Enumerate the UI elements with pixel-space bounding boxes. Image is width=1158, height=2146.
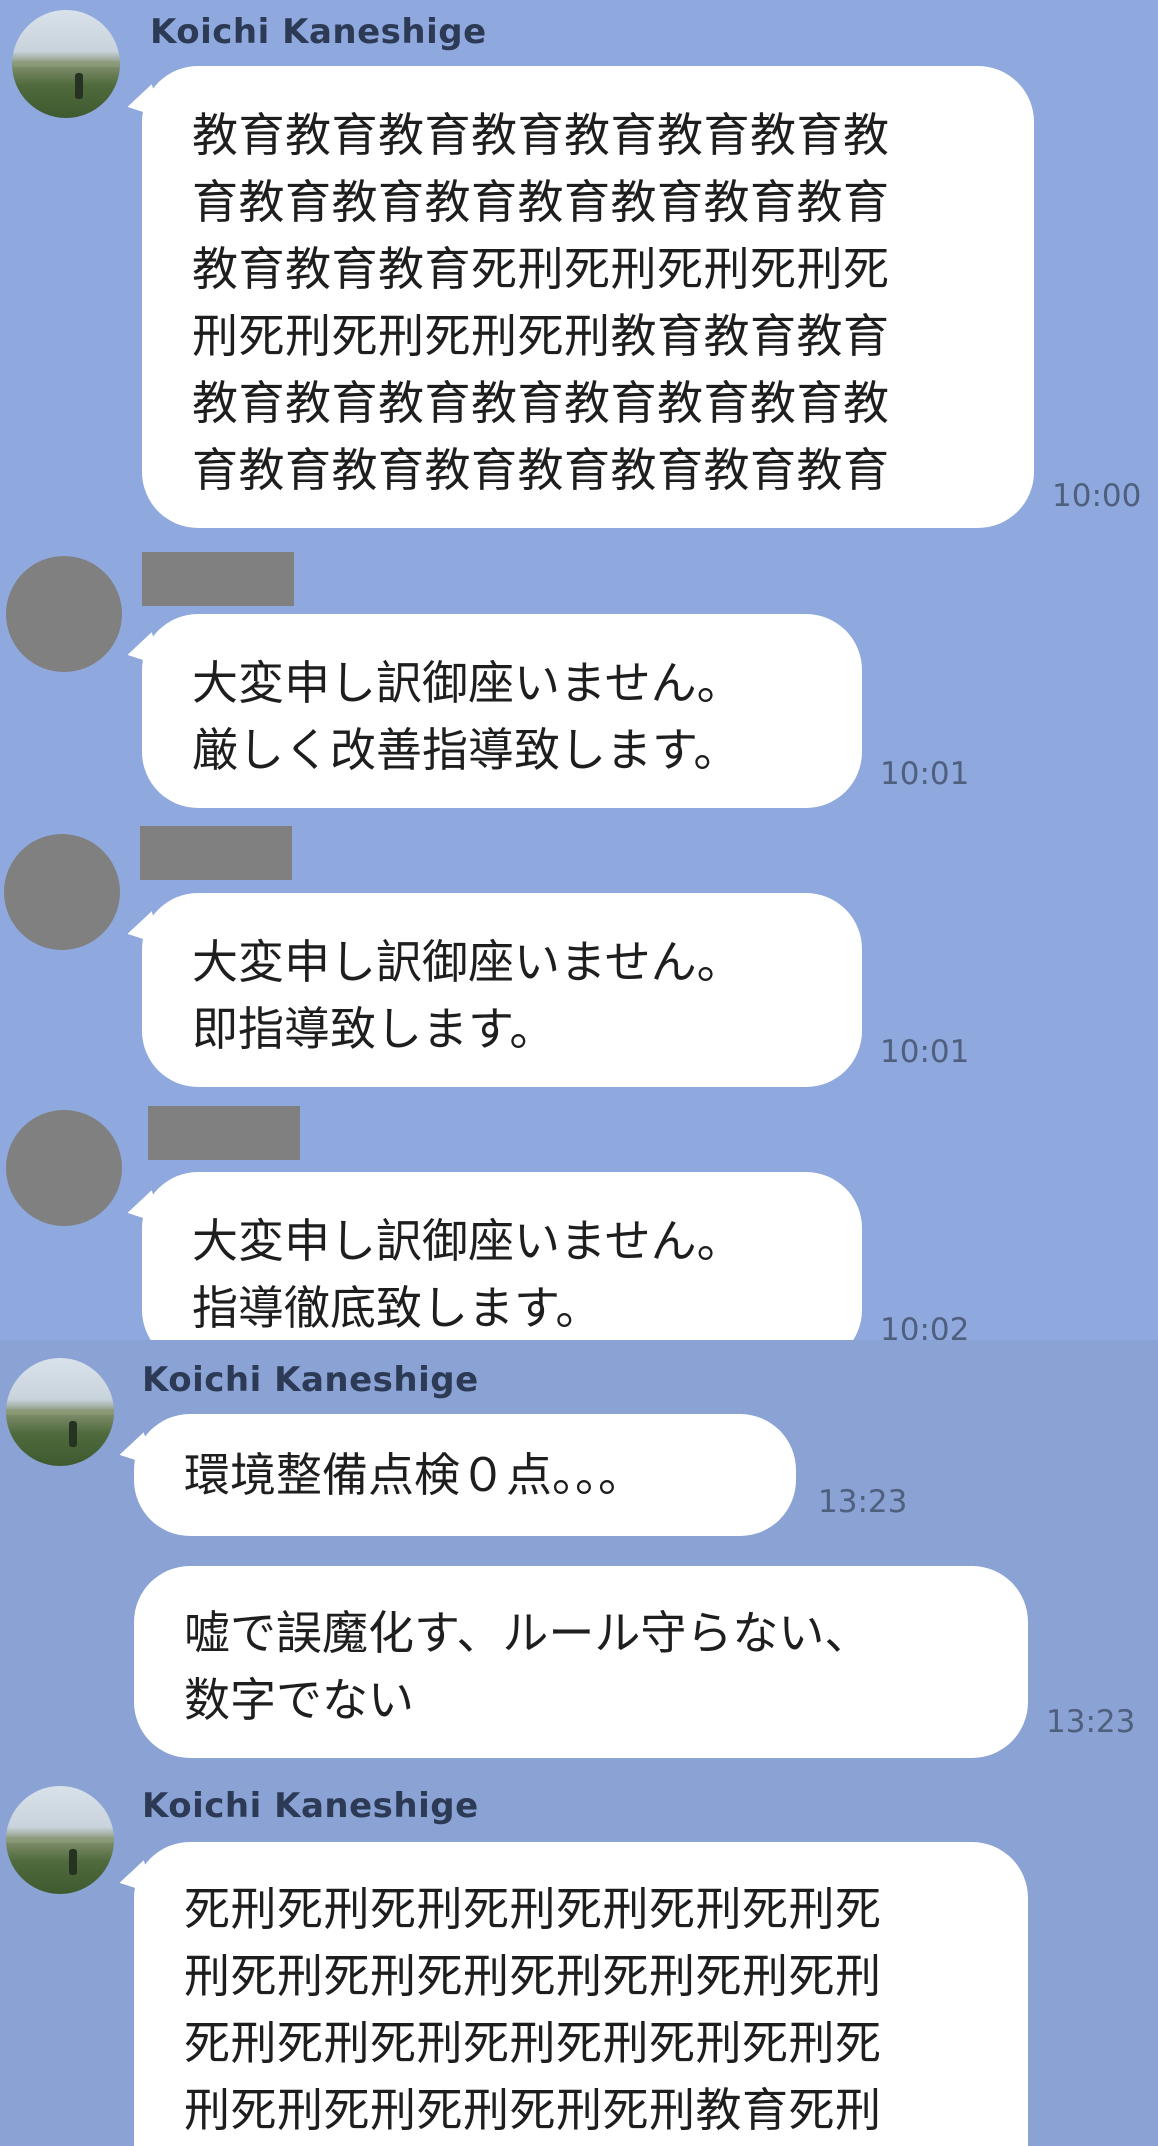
message-bubble[interactable]: 大変申し訳御座いません。 厳しく改善指導致します。 [142,614,862,808]
redacted-sender-name [140,826,292,880]
message-bubble[interactable]: 死刑死刑死刑死刑死刑死刑死刑死 刑死刑死刑死刑死刑死刑死刑死刑 死刑死刑死刑死刑… [134,1842,1028,2146]
message-bubble[interactable]: 嘘で誤魔化す、ルール守らない、 数字でない [134,1566,1028,1758]
redacted-sender-name [148,1106,300,1160]
sender-name: Koichi Kaneshige [142,1786,479,1826]
message-bubble[interactable]: 教育教育教育教育教育教育教育教 育教育教育教育教育教育教育教育 教育教育教育死刑… [142,66,1034,528]
chat-panel-top[interactable]: Koichi Kaneshige 教育教育教育教育教育教育教育教 育教育教育教育… [0,0,1158,1340]
redacted-avatar-icon[interactable] [4,834,120,950]
message-time: 10:02 [880,1312,970,1340]
message-bubble[interactable]: 大変申し訳御座いません。 指導徹底致します。 [142,1172,862,1340]
profile-photo-icon[interactable] [6,1358,114,1466]
message-text: 大変申し訳御座いません。 指導徹底致します。 [192,1214,743,1335]
message-time: 10:00 [1052,478,1142,514]
message-text: 嘘で誤魔化す、ルール守らない、 数字でない [184,1606,871,1727]
message-time: 10:01 [880,756,970,792]
message-bubble[interactable]: 環境整備点検０点。。。 [134,1414,796,1536]
message-text: 大変申し訳御座いません。 厳しく改善指導致します。 [192,656,743,777]
message-text: 大変申し訳御座いません。 即指導致します。 [192,935,743,1056]
message-text: 環境整備点検０点。。。 [184,1448,644,1502]
message-time: 13:23 [818,1484,908,1520]
sender-name: Koichi Kaneshige [142,1360,479,1400]
profile-photo-icon[interactable] [6,1786,114,1894]
redacted-avatar-icon[interactable] [6,556,122,672]
sender-name: Koichi Kaneshige [150,12,487,52]
redacted-sender-name [142,552,294,606]
message-text: 死刑死刑死刑死刑死刑死刑死刑死 刑死刑死刑死刑死刑死刑死刑死刑 死刑死刑死刑死刑… [184,1882,882,2137]
message-time: 10:01 [880,1034,970,1070]
message-text: 教育教育教育教育教育教育教育教 育教育教育教育教育教育教育教育 教育教育教育死刑… [192,108,890,497]
profile-photo-icon[interactable] [12,10,120,118]
chat-panel-bottom[interactable]: Koichi Kaneshige 環境整備点検０点。。。 13:23 嘘で誤魔化… [0,1340,1158,2146]
message-bubble[interactable]: 大変申し訳御座いません。 即指導致します。 [142,893,862,1087]
message-time: 13:23 [1046,1704,1136,1740]
redacted-avatar-icon[interactable] [6,1110,122,1226]
chat-screenshot: Koichi Kaneshige 教育教育教育教育教育教育教育教 育教育教育教育… [0,0,1158,2146]
